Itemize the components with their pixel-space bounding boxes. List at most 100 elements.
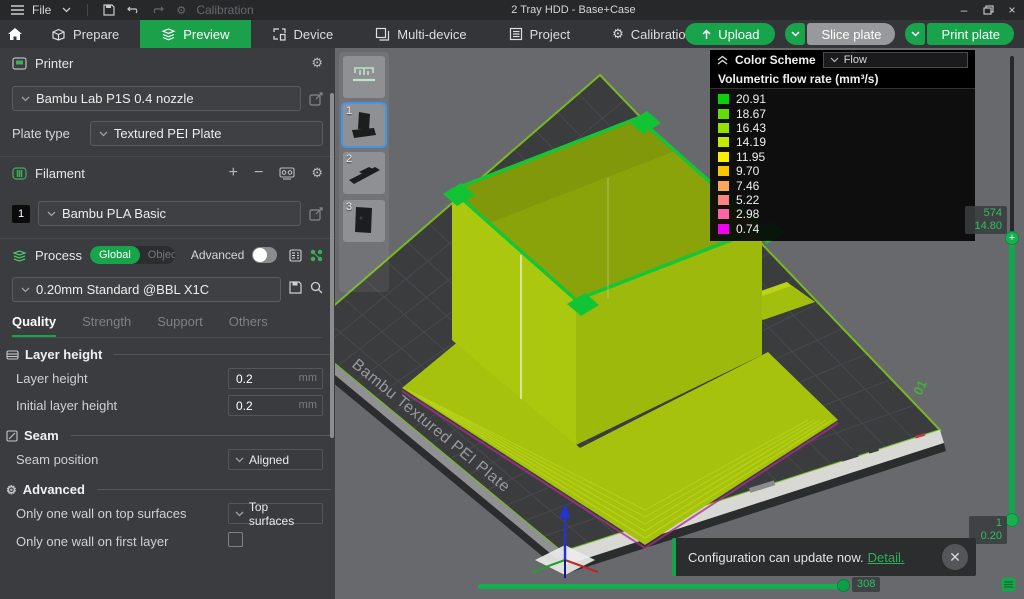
3d-viewport[interactable]: Bambu Textured PEI Plate 01 xyxy=(335,48,1024,599)
toast-detail-link[interactable]: Detail. xyxy=(868,550,905,565)
ams-icon[interactable] xyxy=(279,167,295,180)
preset-save-icon[interactable] xyxy=(289,281,302,299)
edit-printer-icon[interactable] xyxy=(309,92,323,106)
advanced-group-header: ⚙ Advanced xyxy=(6,482,331,497)
chevron-down-icon xyxy=(21,96,30,102)
all-plates-button[interactable] xyxy=(343,56,385,98)
upload-button[interactable]: Upload xyxy=(685,23,775,45)
tab-support[interactable]: Support xyxy=(157,312,203,337)
upload-icon xyxy=(701,28,712,40)
legend-entry: 5.22 xyxy=(718,193,967,207)
calibration-gear-icon[interactable]: ⚙ xyxy=(172,2,190,18)
color-scheme-title: Color Scheme xyxy=(735,53,816,67)
filament-title: Filament xyxy=(35,166,85,181)
collapse-icon[interactable] xyxy=(717,55,728,65)
filament-preset-select[interactable]: Bambu PLA Basic xyxy=(38,201,301,226)
home-button[interactable] xyxy=(0,20,30,48)
toast-message: Configuration can update now. xyxy=(688,550,864,565)
color-scheme-select[interactable]: Flow xyxy=(823,52,968,68)
undo-icon[interactable] xyxy=(124,2,142,18)
process-preset-select[interactable]: 0.20mm Standard @BBL X1C xyxy=(12,277,281,302)
print-plate-button[interactable]: Print plate xyxy=(927,23,1014,45)
tab-prepare[interactable]: Prepare xyxy=(30,20,140,48)
legend-entry: 14.19 xyxy=(718,135,967,149)
layers-icon[interactable] xyxy=(1001,577,1016,592)
toolbar-calibration-label[interactable]: Calibration xyxy=(196,3,253,17)
chevron-down-icon xyxy=(99,131,108,137)
chevron-down-icon[interactable] xyxy=(57,2,75,18)
process-scope-toggle[interactable]: Global Objects xyxy=(90,246,175,264)
layer-slider-range[interactable] xyxy=(1009,238,1015,520)
restore-button[interactable] xyxy=(976,0,1000,20)
minimize-button[interactable]: – xyxy=(952,0,976,20)
file-menu[interactable]: File xyxy=(32,3,51,17)
remove-filament-button[interactable]: − xyxy=(254,164,263,182)
legend-value: 2.98 xyxy=(736,207,759,221)
plate-number: 2 xyxy=(346,153,352,165)
chevron-down-icon xyxy=(791,31,800,37)
scope-global[interactable]: Global xyxy=(90,246,140,264)
legend-value: 18.67 xyxy=(736,107,766,121)
save-icon[interactable] xyxy=(100,2,118,18)
legend-entry: 7.46 xyxy=(718,178,967,192)
layer-top-badge: 574 14.80 xyxy=(965,206,1007,234)
tab-device[interactable]: Device xyxy=(251,20,355,48)
filament-settings-gear-icon[interactable]: ⚙ xyxy=(311,165,323,181)
preset-search-icon[interactable] xyxy=(310,281,323,299)
plate-number: 1 xyxy=(346,105,352,117)
chevron-down-icon xyxy=(235,457,244,463)
tab-strength[interactable]: Strength xyxy=(82,312,131,337)
layer-height-icon xyxy=(6,349,19,361)
close-button[interactable]: × xyxy=(1000,0,1024,20)
layer-slider-track-upper[interactable] xyxy=(1010,56,1014,236)
filament-icon xyxy=(12,167,27,180)
seam-position-select[interactable]: Aligned xyxy=(228,449,323,470)
toast-close-button[interactable]: ✕ xyxy=(942,544,968,570)
move-slider-track[interactable] xyxy=(478,584,844,589)
add-filament-button[interactable]: + xyxy=(229,164,238,182)
update-toast: Configuration can update now. Detail. ✕ xyxy=(672,538,976,576)
layer-slider-top-handle[interactable]: + xyxy=(1005,231,1019,245)
legend-swatch xyxy=(718,152,729,162)
plate-thumbnail-3[interactable]: 3 xyxy=(343,200,385,242)
scope-objects[interactable]: Objects xyxy=(140,246,175,264)
legend-entry: 18.67 xyxy=(718,106,967,120)
chevron-down-icon xyxy=(47,211,56,217)
preview-icon xyxy=(161,27,176,41)
legend-swatch xyxy=(718,209,729,219)
edit-filament-icon[interactable] xyxy=(309,207,323,221)
printer-settings-gear-icon[interactable]: ⚙ xyxy=(311,55,323,71)
seam-group-header: Seam xyxy=(6,428,331,443)
advanced-toggle[interactable] xyxy=(252,247,277,263)
hamburger-menu-icon[interactable] xyxy=(8,2,26,18)
only-one-wall-first-layer-checkbox[interactable] xyxy=(228,532,243,547)
tab-project[interactable]: Project xyxy=(488,20,591,48)
tab-quality[interactable]: Quality xyxy=(12,312,56,337)
layer-slider-bottom-handle[interactable] xyxy=(1005,513,1019,527)
advanced-label: Advanced xyxy=(191,248,244,262)
slice-plate-button[interactable]: Slice plate xyxy=(807,23,895,45)
move-slider-handle[interactable] xyxy=(837,579,850,592)
redo-icon[interactable] xyxy=(148,2,166,18)
titlebar: File ⚙ Calibration 2 Tray HDD - Base+Cas… xyxy=(0,0,1024,20)
setting-label: Layer height xyxy=(16,371,228,386)
plate-thumbnail-2[interactable]: 2 xyxy=(343,152,385,194)
print-dropdown-button[interactable] xyxy=(905,23,925,45)
printer-preset-select[interactable]: Bambu Lab P1S 0.4 nozzle xyxy=(12,86,301,111)
printer-section-header: Printer ⚙ xyxy=(0,48,335,76)
sidebar-scrollbar[interactable] xyxy=(330,93,334,438)
plate-thumbnail-1[interactable]: 1 xyxy=(343,104,385,146)
legend-entry: 9.70 xyxy=(718,164,967,178)
plate-type-select[interactable]: Textured PEI Plate xyxy=(90,121,323,146)
tab-others[interactable]: Others xyxy=(229,312,268,337)
sidebar: Printer ⚙ Bambu Lab P1S 0.4 nozzle Plate… xyxy=(0,48,335,599)
objects-table-icon[interactable] xyxy=(310,249,323,262)
legend-swatch xyxy=(718,181,729,191)
tab-preview[interactable]: Preview xyxy=(140,20,250,48)
process-list-icon[interactable] xyxy=(289,249,302,262)
legend-swatch xyxy=(718,109,729,119)
slice-dropdown-button[interactable] xyxy=(785,23,805,45)
tab-multi-device[interactable]: Multi-device xyxy=(354,20,487,48)
legend-swatch xyxy=(718,224,729,234)
only-one-wall-top-select[interactable]: Top surfaces xyxy=(228,503,323,524)
